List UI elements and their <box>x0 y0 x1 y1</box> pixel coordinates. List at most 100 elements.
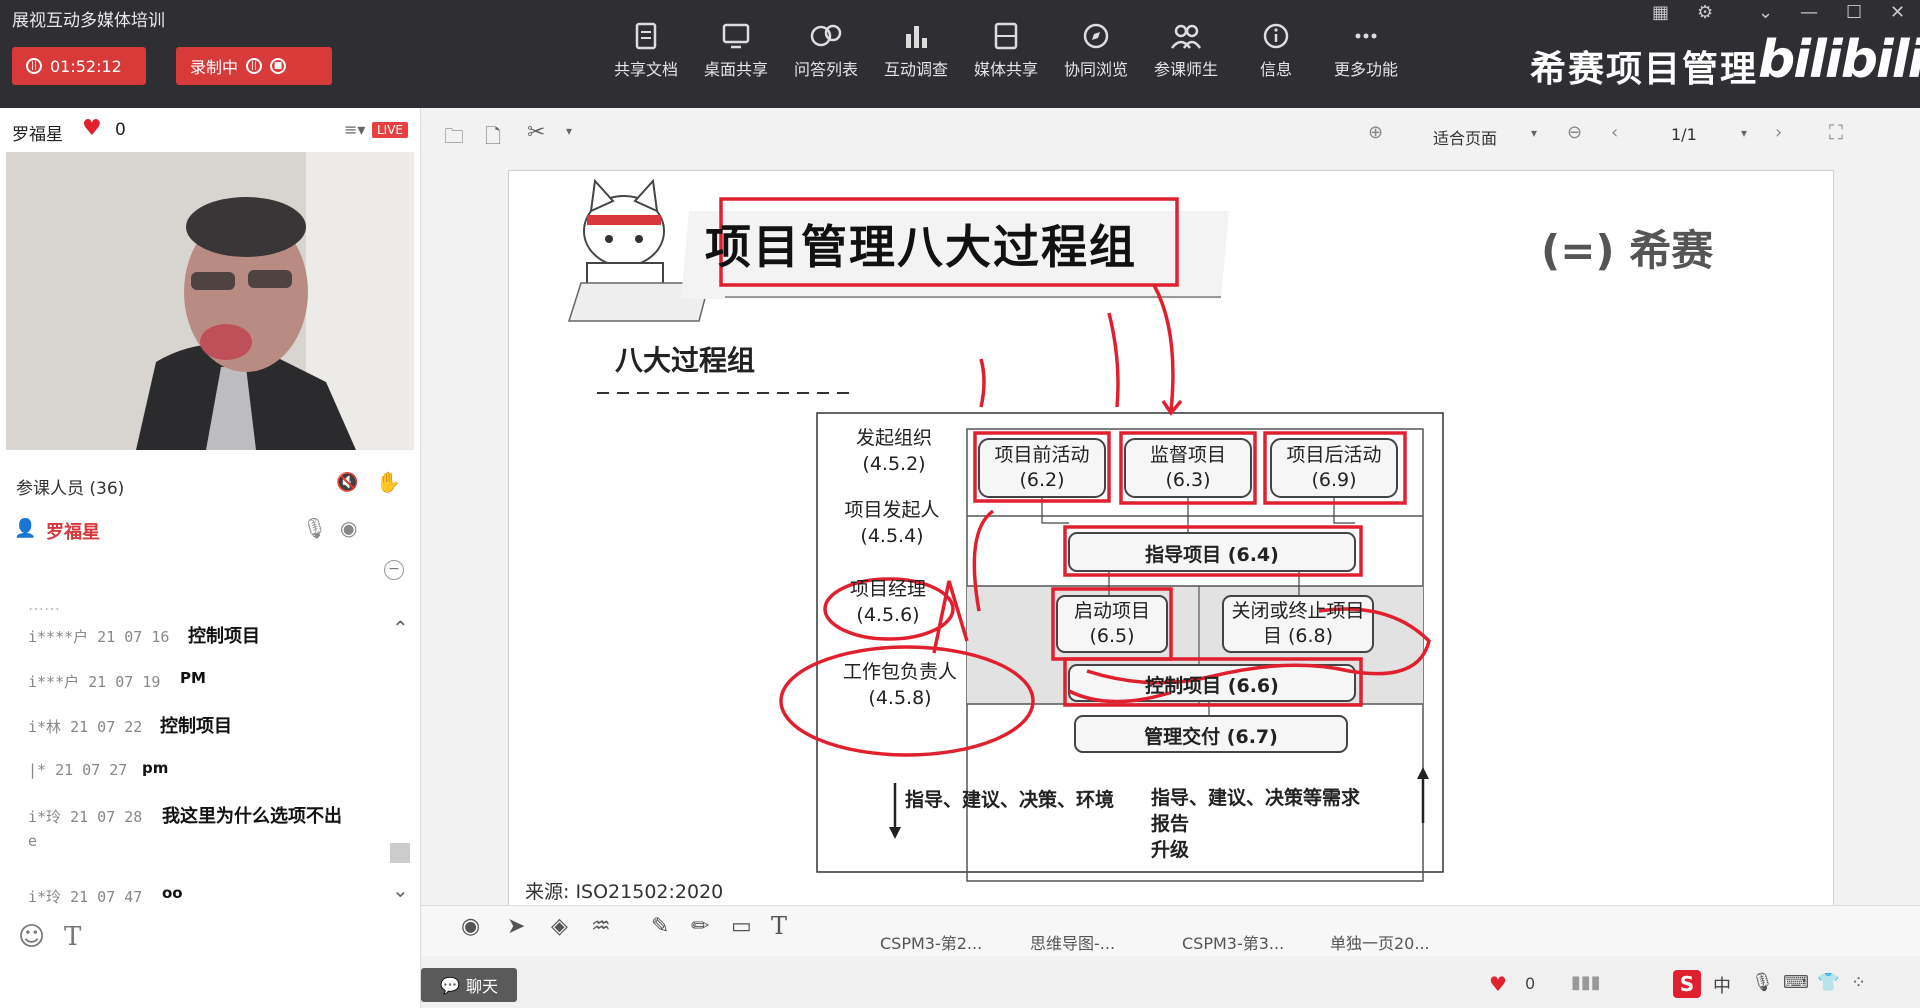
collapse-icon[interactable]: − <box>384 560 404 580</box>
box-oversee: 监督项目 (6.3) <box>1125 443 1251 493</box>
role-code: (4.5.8) <box>868 687 932 709</box>
document-icon <box>635 22 657 50</box>
grid-icon[interactable]: ▦ <box>1652 2 1669 23</box>
toolbar-cobrowse[interactable]: 协同浏览 <box>1051 22 1141 80</box>
stop-icon: ■ <box>270 58 287 74</box>
page-dropdown-icon[interactable]: ▾ <box>1741 126 1747 140</box>
sogou-ime-icon[interactable]: S <box>1673 970 1701 998</box>
hand-icon[interactable]: ✋ <box>376 470 401 494</box>
rectangle-icon[interactable]: ▭ <box>731 914 752 939</box>
chat-bubble-icon: 💬 <box>440 975 460 995</box>
film-icon <box>994 22 1018 50</box>
chat-text: 我这里为什么选项不出 <box>162 806 342 827</box>
toolbar-survey[interactable]: 互动调查 <box>871 22 961 80</box>
role-sponsor: 项目发起人 (4.5.4) <box>827 497 957 549</box>
chat-text: 控制项目 <box>160 716 232 737</box>
doc-tab[interactable]: 单独一页20... <box>1330 930 1430 954</box>
chat-partial-row: …… <box>28 595 60 614</box>
toolbar-qa[interactable]: 问答列表 <box>781 22 871 80</box>
emoji-icon[interactable]: ☺ <box>18 922 45 952</box>
up-note-line: 指导、建议、决策等需求 <box>1151 787 1361 809</box>
mute-all-icon[interactable]: 🔇 <box>336 472 358 493</box>
maximize-icon[interactable]: ☐ <box>1846 2 1862 23</box>
eraser-icon[interactable]: ◈ <box>551 914 568 939</box>
user-icon: 👤 <box>14 518 37 539</box>
text-format-icon[interactable]: T <box>64 922 81 952</box>
info-icon <box>1263 23 1289 49</box>
zoom-in-icon[interactable]: ⊕ <box>1368 122 1383 143</box>
file-icon[interactable]: 🗋 <box>485 122 501 156</box>
prev-page-icon[interactable]: ‹ <box>1611 122 1618 143</box>
laser-pointer-icon[interactable]: ◉ <box>461 914 480 939</box>
box-code: (6.9) <box>1311 469 1357 491</box>
highlighter-icon[interactable]: ✏ <box>691 914 709 939</box>
toolbar-label: 桌面共享 <box>703 60 768 79</box>
scroll-up-icon[interactable]: ⌃ <box>392 616 409 640</box>
fullscreen-icon[interactable]: ⛶ <box>1829 120 1843 144</box>
timer-button[interactable]: || 01:52:12 <box>12 47 146 85</box>
timer-text: 01:52:12 <box>50 56 122 76</box>
box-name: 关闭或终止项目 <box>1231 600 1365 622</box>
recording-label: 录制中 <box>190 58 239 77</box>
microphone-icon[interactable]: 🎙 <box>1751 972 1774 993</box>
chevron-down-icon[interactable]: ⌄ <box>1758 2 1773 23</box>
pen-icon[interactable]: ✎ <box>651 914 669 939</box>
doc-tab[interactable]: 思维导图-... <box>1030 930 1115 954</box>
toolbar-label: 媒体共享 <box>973 60 1038 79</box>
slide-title: 项目管理八大过程组 <box>705 220 1137 274</box>
toolbar-share-doc[interactable]: 共享文档 <box>601 22 691 80</box>
ime-mode[interactable]: 中 <box>1713 972 1731 998</box>
box-direct: 指导项目 (6.4) <box>1145 544 1279 566</box>
zoom-out-icon[interactable]: ⊖ <box>1567 122 1582 143</box>
toolbar-label: 更多功能 <box>1333 60 1398 79</box>
toolbar-media-share[interactable]: 媒体共享 <box>961 22 1051 80</box>
clear-icon[interactable]: ♒ <box>591 914 611 939</box>
microphone-icon[interactable]: 🎙 <box>302 516 327 540</box>
zoom-dropdown-icon[interactable]: ▾ <box>1531 126 1537 140</box>
chat-continuation: e <box>28 832 38 850</box>
scroll-down-icon[interactable]: ⌄ <box>392 878 409 902</box>
chat-meta: i*玲 21 07 47 <box>28 888 143 906</box>
minimize-icon[interactable]: — <box>1800 2 1818 23</box>
toolbar-label: 信息 <box>1259 60 1292 79</box>
annotation-toolbar: ◉ ➤ ◈ ♒ ✎ ✏ ▭ T <box>421 905 1920 956</box>
doc-tab[interactable]: CSPM3-第3... <box>1182 930 1284 954</box>
grid-icon[interactable]: ⁘ <box>1851 972 1866 993</box>
signal-icon: ▮▮▮ <box>1571 972 1601 993</box>
chat-button[interactable]: 💬 聊天 <box>421 968 517 1002</box>
toolbar-info[interactable]: 信息 <box>1231 22 1321 80</box>
heart-icon[interactable]: ♥ <box>82 116 102 141</box>
keyboard-icon[interactable]: ⌨ <box>1783 972 1809 993</box>
box-code: (6.2) <box>1019 469 1065 491</box>
camera-icon[interactable]: ◉ <box>340 516 357 540</box>
list-menu-icon[interactable]: ≡▾ <box>344 120 365 139</box>
doc-tab[interactable]: CSPM3-第2... <box>880 930 982 954</box>
role-code: (4.5.2) <box>862 453 926 475</box>
dropdown-arrow-icon[interactable]: ▾ <box>566 124 572 138</box>
left-panel: 罗福星 ♥ 0 ≡▾ LIVE 参课人员 (36) 🔇 ✋ 👤 罗福星 🎙 ◉ … <box>0 108 421 1008</box>
toolbar-label: 参课师生 <box>1153 60 1218 79</box>
role-name: 工作包负责人 <box>842 661 957 683</box>
box-control: 控制项目 (6.6) <box>1145 675 1279 697</box>
toolbar-more[interactable]: 更多功能 <box>1321 22 1411 80</box>
chart-icon <box>906 26 927 48</box>
heart-icon[interactable]: ♥ <box>1489 972 1507 996</box>
gear-icon[interactable]: ⚙ <box>1697 2 1713 23</box>
recording-button[interactable]: 录制中 || ■ <box>176 47 332 85</box>
next-page-icon[interactable]: › <box>1775 122 1782 143</box>
close-icon[interactable]: ✕ <box>1890 2 1905 23</box>
toolbar-label: 共享文档 <box>613 60 678 79</box>
text-tool-icon[interactable]: T <box>771 912 787 940</box>
zoom-select[interactable]: 适合页面 <box>1433 125 1497 149</box>
like-count: 0 <box>1525 974 1536 993</box>
box-code: (6.5) <box>1089 625 1135 647</box>
folder-icon[interactable]: 🗀 <box>444 122 464 156</box>
scissors-icon[interactable]: ✂ <box>527 120 545 145</box>
role-project-manager: 项目经理 (4.5.6) <box>833 576 943 628</box>
toolbar-desktop-share[interactable]: 桌面共享 <box>691 22 781 80</box>
box-post-project: 项目后活动 (6.9) <box>1271 443 1397 493</box>
scrollbar-thumb[interactable] <box>390 843 410 863</box>
shirt-icon[interactable]: 👕 <box>1817 972 1839 993</box>
cursor-icon[interactable]: ➤ <box>507 914 525 939</box>
toolbar-participants[interactable]: 参课师生 <box>1141 22 1231 80</box>
